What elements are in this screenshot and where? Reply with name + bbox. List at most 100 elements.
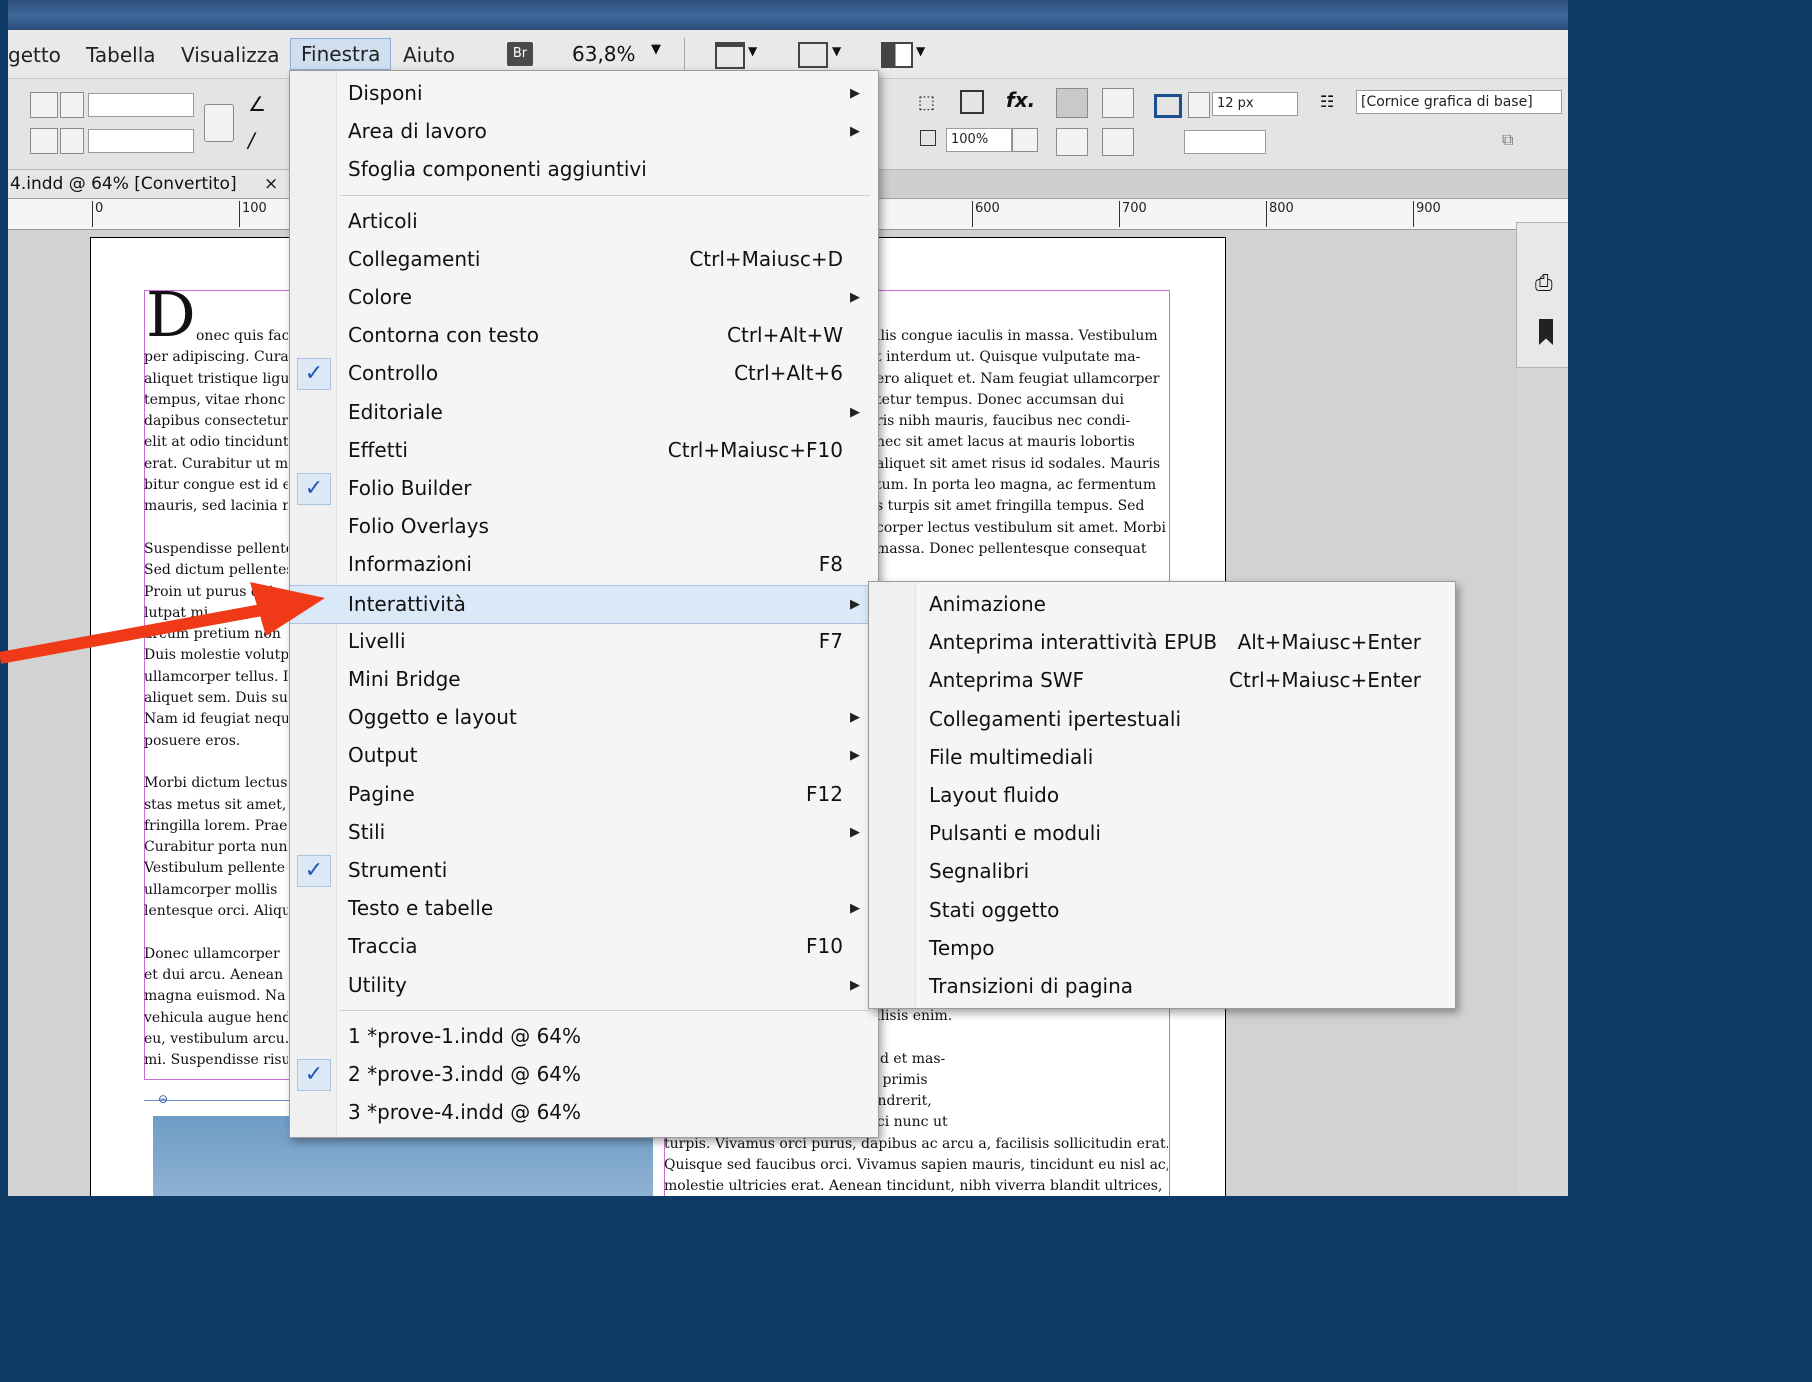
fx-icon[interactable]: fx. <box>1006 88 1035 112</box>
menu-item-shortcut: F12 <box>806 781 843 806</box>
constrain-proportions-icon[interactable] <box>204 104 234 142</box>
menu-item[interactable]: Collegamenti Ctrl+Maiusc+D <box>290 241 878 278</box>
menu-visualizza[interactable]: Visualizza <box>181 40 280 70</box>
menu-item[interactable]: Oggetto e layout ▶ <box>290 699 878 736</box>
submenu-item[interactable]: Pulsanti e moduli <box>869 814 1455 852</box>
frame-icon[interactable]: ⬚ <box>918 92 935 113</box>
folio-builder-icon[interactable]: ⎙ <box>1535 271 1553 296</box>
screen-mode-icon[interactable] <box>715 42 745 69</box>
menu-item[interactable]: 1 *prove-1.indd @ 64% <box>290 1018 878 1055</box>
ruler-label: 700 <box>1119 201 1147 227</box>
menu-item[interactable]: Disponi ▶ <box>290 75 878 112</box>
finestra-menu: Disponi ▶ Area di lavoro ▶ Sfoglia component… <box>289 70 879 1138</box>
stepper-icon[interactable] <box>60 92 84 118</box>
menu-item[interactable]: ✓ 2 *prove-3.indd @ 64% <box>290 1056 878 1093</box>
text-wrap-icon[interactable] <box>1056 88 1088 118</box>
submenu-arrow-icon: ▶ <box>850 86 860 101</box>
text-line: Suspendisse pellente <box>144 540 288 557</box>
view-options-icon[interactable] <box>798 42 828 68</box>
menu-item[interactable]: ✓ Controllo Ctrl+Alt+6 <box>290 355 878 392</box>
submenu-item[interactable]: Anteprima SWF Ctrl+Maiusc+Enter <box>869 661 1455 699</box>
indent-icon[interactable] <box>30 92 58 118</box>
opacity-dropdown-icon[interactable] <box>1012 128 1038 152</box>
rotate-icon[interactable]: ∠ <box>248 92 266 116</box>
menu-item[interactable]: Traccia F10 <box>290 928 878 965</box>
menu-item[interactable]: Editoriale ▶ <box>290 394 878 431</box>
submenu-item[interactable]: Tempo <box>869 929 1455 967</box>
chevron-down-icon[interactable]: ▼ <box>748 44 757 58</box>
menu-item-label: Stili <box>348 819 386 844</box>
menu-oggetto[interactable]: getto <box>8 40 61 70</box>
document-tab[interactable]: 4.indd @ 64% [Convertito] × <box>8 170 310 198</box>
submenu-item[interactable]: Collegamenti ipertestuali <box>869 700 1455 738</box>
stroke-type-select[interactable] <box>1184 130 1266 154</box>
menu-item[interactable]: Informazioni F8 <box>290 546 878 583</box>
menu-item-label: Strumenti <box>348 858 448 882</box>
stepper-icon[interactable] <box>1188 92 1210 118</box>
wrap-bounding-icon[interactable] <box>1102 88 1134 118</box>
opacity-field[interactable]: 100% <box>946 128 1012 152</box>
stroke-weight-field[interactable]: 12 px <box>1212 92 1298 116</box>
shear-icon[interactable]: ∕ <box>248 128 255 152</box>
menu-aiuto[interactable]: Aiuto <box>403 40 455 70</box>
text-line: tum. In porta leo magna, ac fermentum <box>876 477 1157 494</box>
wrap-shape-icon[interactable] <box>1056 128 1088 156</box>
zoom-dropdown-icon[interactable]: ▼ <box>651 42 661 57</box>
menu-item[interactable]: Colore ▶ <box>290 279 878 316</box>
title-bar <box>8 0 1568 30</box>
menu-item[interactable]: Articoli <box>290 203 878 240</box>
menu-item[interactable]: Utility ▶ <box>290 967 878 1004</box>
submenu-item[interactable]: File multimediali <box>869 738 1455 776</box>
submenu-item[interactable]: Stati oggetto <box>869 891 1455 929</box>
submenu-item[interactable]: Layout fluido <box>869 776 1455 814</box>
bookmark-icon[interactable] <box>1539 319 1553 345</box>
annotation-arrow <box>0 582 325 664</box>
close-icon[interactable]: × <box>264 174 278 194</box>
menu-item[interactable]: Pagine F12 <box>290 776 878 813</box>
menu-item[interactable]: Folio Overlays <box>290 508 878 545</box>
menu-item[interactable]: ✓ Strumenti <box>290 852 878 889</box>
menu-item[interactable]: ✓ Folio Builder <box>290 470 878 507</box>
menu-item[interactable]: Interattività ▶ <box>290 584 878 624</box>
quick-apply-icon[interactable]: ⧉ <box>1502 130 1513 150</box>
menu-item[interactable]: Testo e tabelle ▶ <box>290 890 878 927</box>
zoom-level[interactable]: 63,8% <box>572 40 636 68</box>
submenu-item[interactable]: Anteprima interattività EPUB Alt+Maiusc+E… <box>869 623 1455 661</box>
stepper-icon[interactable] <box>60 128 84 154</box>
menu-item[interactable]: Sfoglia componenti aggiuntivi <box>290 151 878 188</box>
opacity-icon[interactable] <box>920 130 936 146</box>
object-style-select[interactable]: [Cornice grafica di base] <box>1356 90 1562 114</box>
menu-item[interactable]: Contorna con testo Ctrl+Alt+W <box>290 317 878 354</box>
text-line: Curabitur porta nun <box>144 839 288 856</box>
menu-item-shortcut: Ctrl+Alt+6 <box>734 361 843 386</box>
align-bottom-icon[interactable] <box>30 128 58 154</box>
y-field[interactable] <box>88 129 194 153</box>
chevron-down-icon[interactable]: ▼ <box>916 44 925 58</box>
submenu-arrow-icon: ▶ <box>850 710 860 726</box>
menu-item[interactable]: Stili ▶ <box>290 814 878 851</box>
menu-item[interactable]: Output ▶ <box>290 737 878 774</box>
stroke-swatch-icon[interactable] <box>960 90 984 114</box>
menu-tabella[interactable]: Tabella <box>86 40 156 70</box>
interattivita-submenu: Animazione Anteprima interattività EPUB Al… <box>868 581 1456 1009</box>
submenu-item[interactable]: Animazione <box>869 585 1455 623</box>
menu-item-shortcut: F10 <box>806 934 843 959</box>
submenu-item[interactable]: Transizioni di pagina <box>869 967 1455 1005</box>
menu-item-label: 3 *prove-4.indd @ 64% <box>348 1100 582 1125</box>
x-field[interactable] <box>88 93 194 117</box>
menu-item[interactable]: Area di lavoro ▶ <box>290 113 878 150</box>
stroke-weight-icon <box>1154 94 1182 118</box>
bridge-button[interactable]: Br <box>507 42 533 66</box>
wrap-jump-icon[interactable] <box>1102 128 1134 156</box>
submenu-item[interactable]: Segnalibri <box>869 852 1455 890</box>
menu-item[interactable]: 3 *prove-4.indd @ 64% <box>290 1094 878 1131</box>
arrange-documents-icon[interactable] <box>881 42 913 68</box>
chevron-down-icon[interactable]: ▼ <box>832 44 841 58</box>
menu-item-label: Output <box>348 743 418 768</box>
menu-item[interactable]: Livelli F7 <box>290 623 878 660</box>
menu-finestra[interactable]: Finestra <box>290 38 392 70</box>
menu-item[interactable]: Mini Bridge <box>290 661 878 698</box>
menu-item-label: Testo e tabelle <box>348 896 494 921</box>
menu-item-label: 2 *prove-3.indd @ 64% <box>348 1062 582 1086</box>
menu-item[interactable]: Effetti Ctrl+Maiusc+F10 <box>290 432 878 469</box>
